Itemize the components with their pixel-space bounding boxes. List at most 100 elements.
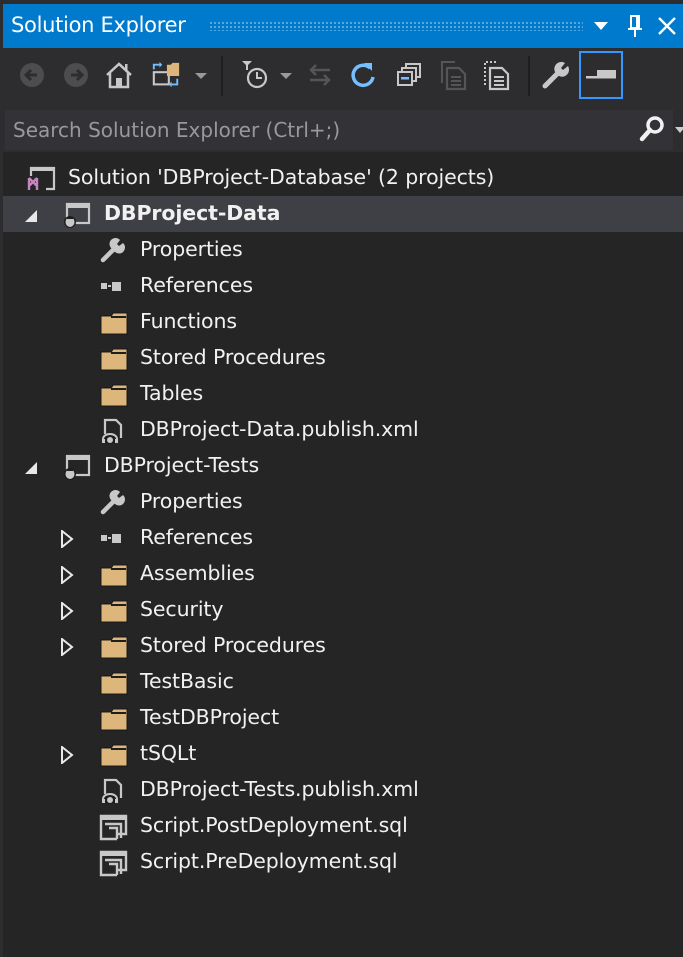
- folder-icon: [99, 562, 128, 588]
- toolbar: [3, 48, 683, 104]
- tree-item[interactable]: Script.PreDeployment.sql: [3, 844, 683, 880]
- tree-item[interactable]: Properties: [3, 484, 683, 520]
- copy-files-icon: [441, 61, 467, 91]
- close-button[interactable]: [655, 12, 679, 40]
- tree-item-label: References: [140, 525, 253, 549]
- tree-item-label: TestBasic: [140, 669, 234, 693]
- tree-item[interactable]: TestBasic: [3, 664, 683, 700]
- expanded-triangle-icon[interactable]: [23, 205, 39, 223]
- publish-profile-icon: [99, 418, 127, 444]
- drag-grip[interactable]: [209, 21, 583, 31]
- folder-icon: [99, 382, 128, 408]
- tree-item[interactable]: Security: [3, 592, 683, 628]
- tree-item-label: Script.PostDeployment.sql: [140, 813, 408, 837]
- tree-item-label: DBProject-Tests: [104, 453, 260, 477]
- folder-icon: [99, 706, 128, 732]
- switch-views-button[interactable]: [151, 60, 181, 90]
- search-bar: [3, 104, 683, 152]
- clock-filter-icon: [242, 61, 268, 89]
- tree-item[interactable]: Tables: [3, 376, 683, 412]
- tree-item[interactable]: Stored Procedures: [3, 628, 683, 664]
- tree-item-label: DBProject-Data: [104, 201, 281, 225]
- collapse-all-button[interactable]: [394, 60, 424, 90]
- references-icon: [99, 274, 127, 300]
- solution-icon: [27, 166, 56, 192]
- collapsed-triangle-icon[interactable]: [59, 744, 75, 766]
- folder-icon: [99, 598, 128, 624]
- sql-script-icon: [99, 850, 128, 877]
- tree-item[interactable]: Properties: [3, 232, 683, 268]
- tree-item-label: Solution 'DBProject-Database' (2 project…: [68, 165, 495, 189]
- window-title: Solution Explorer: [11, 13, 186, 37]
- search-options-dropdown[interactable]: [675, 127, 683, 133]
- preview-selected-items-button[interactable]: [579, 51, 623, 99]
- tree-item[interactable]: Stored Procedures: [3, 340, 683, 376]
- sql-script-icon: [99, 814, 128, 841]
- tree-item[interactable]: Assemblies: [3, 556, 683, 592]
- tree-item[interactable]: References: [3, 268, 683, 304]
- home-icon: [106, 62, 132, 89]
- switch-views-dropdown[interactable]: [195, 73, 207, 79]
- folder-icon: [99, 310, 128, 336]
- tree-item-label: Properties: [140, 489, 243, 513]
- tree-item-label: Security: [140, 597, 224, 621]
- pending-changes-filter-button[interactable]: [240, 60, 270, 90]
- folder-icon: [99, 634, 128, 660]
- references-icon: [99, 526, 127, 552]
- tree-item[interactable]: DBProject-Data: [3, 196, 683, 232]
- tree-item-label: Functions: [140, 309, 237, 333]
- forward-button[interactable]: [61, 60, 91, 90]
- home-button[interactable]: [104, 60, 134, 90]
- folder-icon: [99, 742, 128, 768]
- search-input[interactable]: [5, 110, 673, 150]
- tree-item-label: Script.PreDeployment.sql: [140, 849, 398, 873]
- show-all-files-dotted-button[interactable]: [482, 60, 512, 91]
- tree-item[interactable]: DBProject-Tests: [3, 448, 683, 484]
- close-icon: [658, 17, 676, 35]
- collapsed-triangle-icon[interactable]: [59, 636, 75, 658]
- tree-item[interactable]: DBProject-Tests.publish.xml: [3, 772, 683, 808]
- tool-window-titlebar[interactable]: Solution Explorer: [3, 4, 683, 48]
- solution-tree: Solution 'DBProject-Database' (2 project…: [3, 160, 683, 880]
- tree-item[interactable]: TestDBProject: [3, 700, 683, 736]
- wrench-icon: [542, 61, 570, 89]
- arrow-left-circle-icon: [20, 63, 44, 87]
- properties-button[interactable]: [541, 60, 571, 90]
- collapsed-triangle-icon[interactable]: [59, 564, 75, 586]
- window-position-dropdown-button[interactable]: [589, 12, 613, 40]
- search-button[interactable]: [637, 114, 667, 144]
- tree-item-label: TestDBProject: [140, 705, 280, 729]
- collapsed-triangle-icon[interactable]: [59, 600, 75, 622]
- tree-item-label: DBProject-Tests.publish.xml: [140, 777, 419, 801]
- tree-item-label: tSQLt: [140, 741, 197, 765]
- auto-hide-pin-button[interactable]: [623, 12, 647, 40]
- back-button[interactable]: [17, 60, 47, 90]
- tree-item[interactable]: Functions: [3, 304, 683, 340]
- collapse-all-icon: [397, 63, 421, 86]
- tree-item[interactable]: tSQLt: [3, 736, 683, 772]
- folder-icon: [99, 670, 128, 696]
- publish-profile-icon: [99, 778, 127, 804]
- wrench-icon: [99, 237, 127, 264]
- tree-item[interactable]: References: [3, 520, 683, 556]
- tree-item-label: Stored Procedures: [140, 345, 326, 369]
- tree-item[interactable]: DBProject-Data.publish.xml: [3, 412, 683, 448]
- db-project-icon: [61, 454, 91, 480]
- collapsed-triangle-icon[interactable]: [59, 528, 75, 550]
- show-all-files-button[interactable]: [439, 60, 469, 91]
- preview-icon: [586, 70, 616, 79]
- pin-icon: [628, 15, 642, 37]
- tree-item[interactable]: Script.PostDeployment.sql: [3, 808, 683, 844]
- search-icon: [639, 116, 664, 142]
- pending-changes-dropdown[interactable]: [280, 73, 292, 79]
- arrow-right-circle-icon: [64, 63, 88, 87]
- folder-icon: [99, 346, 128, 372]
- sync-with-active-document-button[interactable]: [305, 60, 335, 90]
- chevron-down-icon: [594, 22, 608, 30]
- tree-item[interactable]: Solution 'DBProject-Database' (2 project…: [3, 160, 683, 196]
- tree-item-label: References: [140, 273, 253, 297]
- db-project-icon: [61, 202, 91, 228]
- tree-item-label: Stored Procedures: [140, 633, 326, 657]
- expanded-triangle-icon[interactable]: [23, 457, 39, 475]
- refresh-button[interactable]: [349, 60, 379, 90]
